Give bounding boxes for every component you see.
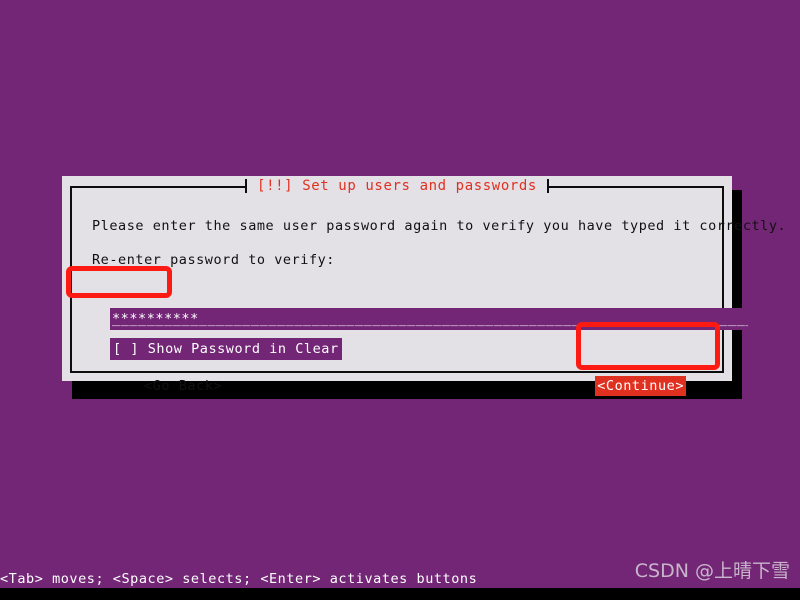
password-fill-underscores: ________________________________________… [112, 311, 748, 327]
dialog-frame: Please enter the same user password agai… [70, 186, 787, 396]
show-password-checkbox-label: [ ] Show Password in Clear [110, 338, 342, 360]
bottom-black-bar [0, 588, 800, 600]
show-password-checkbox[interactable]: [ ] Show Password in Clear [110, 338, 342, 360]
setup-dialog: Please enter the same user password agai… [62, 176, 787, 396]
installer-screen: Please enter the same user password agai… [0, 0, 800, 600]
keyboard-help-text: <Tab> moves; <Space> selects; <Enter> ac… [0, 571, 478, 587]
password-masked-value: ********** [112, 311, 199, 327]
go-back-button[interactable]: <Go Back> [144, 374, 222, 398]
password-input-row[interactable]: ________________________________________… [110, 308, 748, 330]
password-field-label: Re-enter password to verify: [92, 252, 335, 268]
dialog-content: Please enter the same user password agai… [92, 214, 787, 396]
continue-button[interactable]: <Continue> [595, 376, 686, 396]
csdn-watermark: CSDN @上晴下雪 [634, 560, 790, 582]
dialog-button-row: <Go Back> <Continue> [92, 374, 708, 398]
password-input[interactable]: ________________________________________… [110, 308, 748, 330]
prompt-text: Please enter the same user password agai… [92, 218, 787, 234]
